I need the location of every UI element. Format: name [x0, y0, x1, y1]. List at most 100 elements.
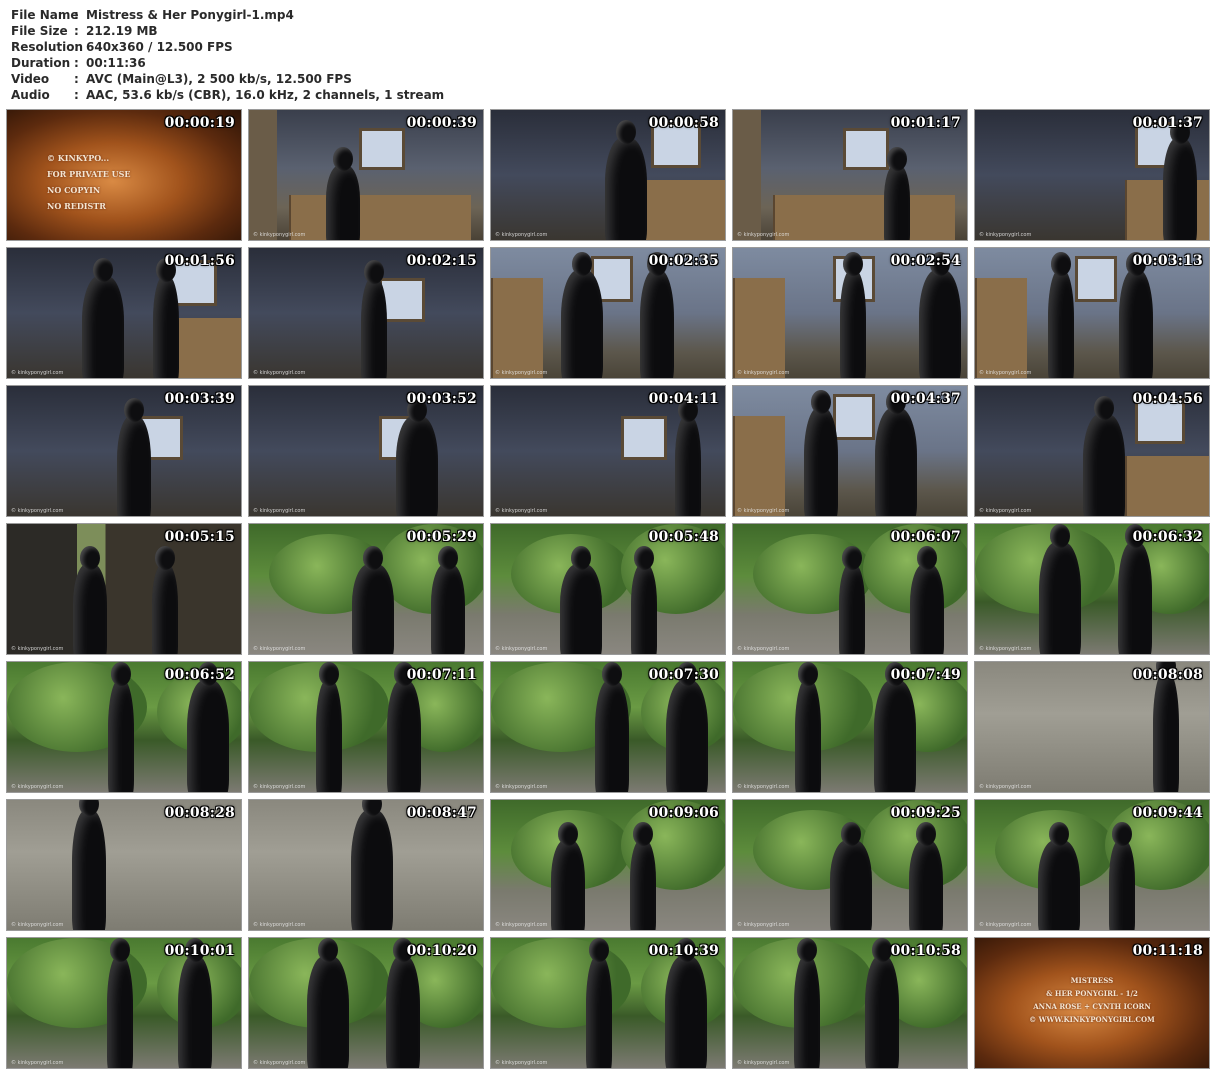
figure-shape [561, 270, 603, 378]
video-thumbnail[interactable]: © kinkyponygirl.com 00:08:08 [974, 661, 1210, 793]
video-thumbnail[interactable]: MISTRESS & HER PONYGIRL - 1/2 ANNA ROSE … [974, 937, 1210, 1069]
timestamp: 00:06:52 [164, 667, 235, 683]
info-key: Video [11, 72, 50, 86]
watermark: © kinkyponygirl.com [979, 784, 1032, 790]
video-thumbnail[interactable]: © kinkyponygirl.com 00:02:54 [732, 247, 968, 379]
video-thumbnail[interactable]: © kinkyponygirl.com 00:02:15 [248, 247, 484, 379]
figure-shape [351, 810, 393, 930]
figure-shape [804, 408, 838, 516]
timestamp: 00:04:56 [1132, 391, 1203, 407]
figure-shape [396, 416, 438, 516]
watermark: © kinkyponygirl.com [979, 922, 1032, 928]
figure-shape [178, 956, 212, 1068]
figure-shape [1118, 542, 1152, 654]
figure-shape [307, 956, 349, 1068]
head-shape [842, 546, 862, 570]
figure-shape [586, 956, 612, 1068]
head-shape [616, 120, 636, 144]
timestamp: 00:01:56 [164, 253, 235, 269]
video-thumbnail[interactable]: © kinkyponygirl.com 00:09:06 [490, 799, 726, 931]
figure-shape [794, 956, 820, 1068]
video-thumbnail[interactable]: © kinkyponygirl.com 00:01:37 [974, 109, 1210, 241]
video-thumbnail[interactable]: © kinkyponygirl.com 00:04:56 [974, 385, 1210, 517]
plank-shape [975, 278, 1027, 378]
figure-shape [1163, 138, 1197, 240]
info-value: 212.19 MB [86, 24, 158, 38]
window-shape [1075, 256, 1117, 302]
head-shape [916, 822, 936, 846]
video-thumbnail[interactable]: © kinkyponygirl.com 00:10:58 [732, 937, 968, 1069]
head-shape [333, 147, 353, 171]
timestamp: 00:05:29 [406, 529, 477, 545]
info-value: AAC, 53.6 kb/s (CBR), 16.0 kHz, 2 channe… [86, 88, 445, 102]
figure-shape [1048, 270, 1074, 378]
watermark: © kinkyponygirl.com [253, 784, 306, 790]
watermark: © kinkyponygirl.com [495, 922, 548, 928]
info-row-resolution: Resolution : 640x360 / 12.500 FPS [11, 39, 444, 55]
watermark: © kinkyponygirl.com [253, 508, 306, 514]
figure-shape [560, 564, 602, 654]
figure-shape [631, 564, 657, 654]
info-row-audio: Audio : AAC, 53.6 kb/s (CBR), 16.0 kHz, … [11, 87, 444, 103]
video-thumbnail[interactable]: © kinkyponygirl.com 00:06:07 [732, 523, 968, 655]
head-shape [872, 938, 892, 962]
info-row-duration: Duration : 00:11:36 [11, 55, 444, 71]
timestamp: 00:05:48 [648, 529, 719, 545]
video-thumbnail[interactable]: © kinkyponygirl.com 00:00:58 [490, 109, 726, 241]
timestamp: 00:04:37 [890, 391, 961, 407]
video-thumbnail[interactable]: © KINKYPO... FOR PRIVATE USE NO COPYIN N… [6, 109, 242, 241]
timestamp: 00:09:06 [648, 805, 719, 821]
figure-shape [316, 680, 342, 792]
figure-shape [839, 564, 865, 654]
figure-shape [1083, 414, 1125, 516]
info-key: Duration [11, 56, 71, 70]
video-thumbnail[interactable]: © kinkyponygirl.com 00:07:49 [732, 661, 968, 793]
video-thumbnail[interactable]: © kinkyponygirl.com 00:01:17 [732, 109, 968, 241]
video-thumbnail[interactable]: © kinkyponygirl.com 00:09:25 [732, 799, 968, 931]
video-thumbnail[interactable]: © kinkyponygirl.com 00:03:39 [6, 385, 242, 517]
video-thumbnail[interactable]: © kinkyponygirl.com 00:06:52 [6, 661, 242, 793]
watermark: © kinkyponygirl.com [737, 646, 790, 652]
video-thumbnail[interactable]: © kinkyponygirl.com 00:10:01 [6, 937, 242, 1069]
timestamp: 00:03:13 [1132, 253, 1203, 269]
timestamp: 00:08:47 [406, 805, 477, 821]
video-thumbnail[interactable]: © kinkyponygirl.com 00:10:39 [490, 937, 726, 1069]
video-thumbnail[interactable]: © kinkyponygirl.com 00:04:37 [732, 385, 968, 517]
video-thumbnail[interactable]: © kinkyponygirl.com 00:08:28 [6, 799, 242, 931]
figure-shape [1119, 270, 1153, 378]
video-thumbnail[interactable]: © kinkyponygirl.com 00:05:29 [248, 523, 484, 655]
video-thumbnail[interactable]: © kinkyponygirl.com 00:05:48 [490, 523, 726, 655]
video-thumbnail[interactable]: © kinkyponygirl.com 00:03:13 [974, 247, 1210, 379]
watermark: © kinkyponygirl.com [11, 784, 64, 790]
head-shape [572, 252, 592, 276]
video-thumbnail[interactable]: © kinkyponygirl.com 00:08:47 [248, 799, 484, 931]
head-shape [887, 147, 907, 171]
video-thumbnail[interactable]: © kinkyponygirl.com 00:10:20 [248, 937, 484, 1069]
watermark: © kinkyponygirl.com [737, 370, 790, 376]
video-thumbnail[interactable]: © kinkyponygirl.com 00:02:35 [490, 247, 726, 379]
video-thumbnail[interactable]: © kinkyponygirl.com 00:03:52 [248, 385, 484, 517]
info-key: File Size [11, 24, 68, 38]
video-thumbnail[interactable]: © kinkyponygirl.com 00:00:39 [248, 109, 484, 241]
video-thumbnail[interactable]: © kinkyponygirl.com 00:05:15 [6, 523, 242, 655]
info-separator: : [74, 56, 79, 70]
plank-shape [641, 180, 725, 240]
video-thumbnail[interactable]: © kinkyponygirl.com 00:04:11 [490, 385, 726, 517]
info-separator: : [74, 40, 79, 54]
video-thumbnail[interactable]: © kinkyponygirl.com 00:07:30 [490, 661, 726, 793]
timestamp: 00:06:32 [1132, 529, 1203, 545]
window-shape [359, 128, 405, 170]
video-thumbnail[interactable]: © kinkyponygirl.com 00:01:56 [6, 247, 242, 379]
head-shape [110, 938, 130, 962]
video-thumbnail[interactable]: © kinkyponygirl.com 00:06:32 [974, 523, 1210, 655]
watermark: © kinkyponygirl.com [979, 508, 1032, 514]
timestamp: 00:02:54 [890, 253, 961, 269]
figure-shape [72, 810, 106, 930]
video-thumbnail[interactable]: © kinkyponygirl.com 00:09:44 [974, 799, 1210, 931]
watermark: © kinkyponygirl.com [11, 370, 64, 376]
info-row-file-size: File Size : 212.19 MB [11, 23, 444, 39]
file-info-panel: File Name : Mistress & Her Ponygirl-1.mp… [11, 7, 444, 103]
video-thumbnail[interactable]: © kinkyponygirl.com 00:07:11 [248, 661, 484, 793]
figure-shape [1039, 542, 1081, 654]
watermark: © kinkyponygirl.com [495, 784, 548, 790]
